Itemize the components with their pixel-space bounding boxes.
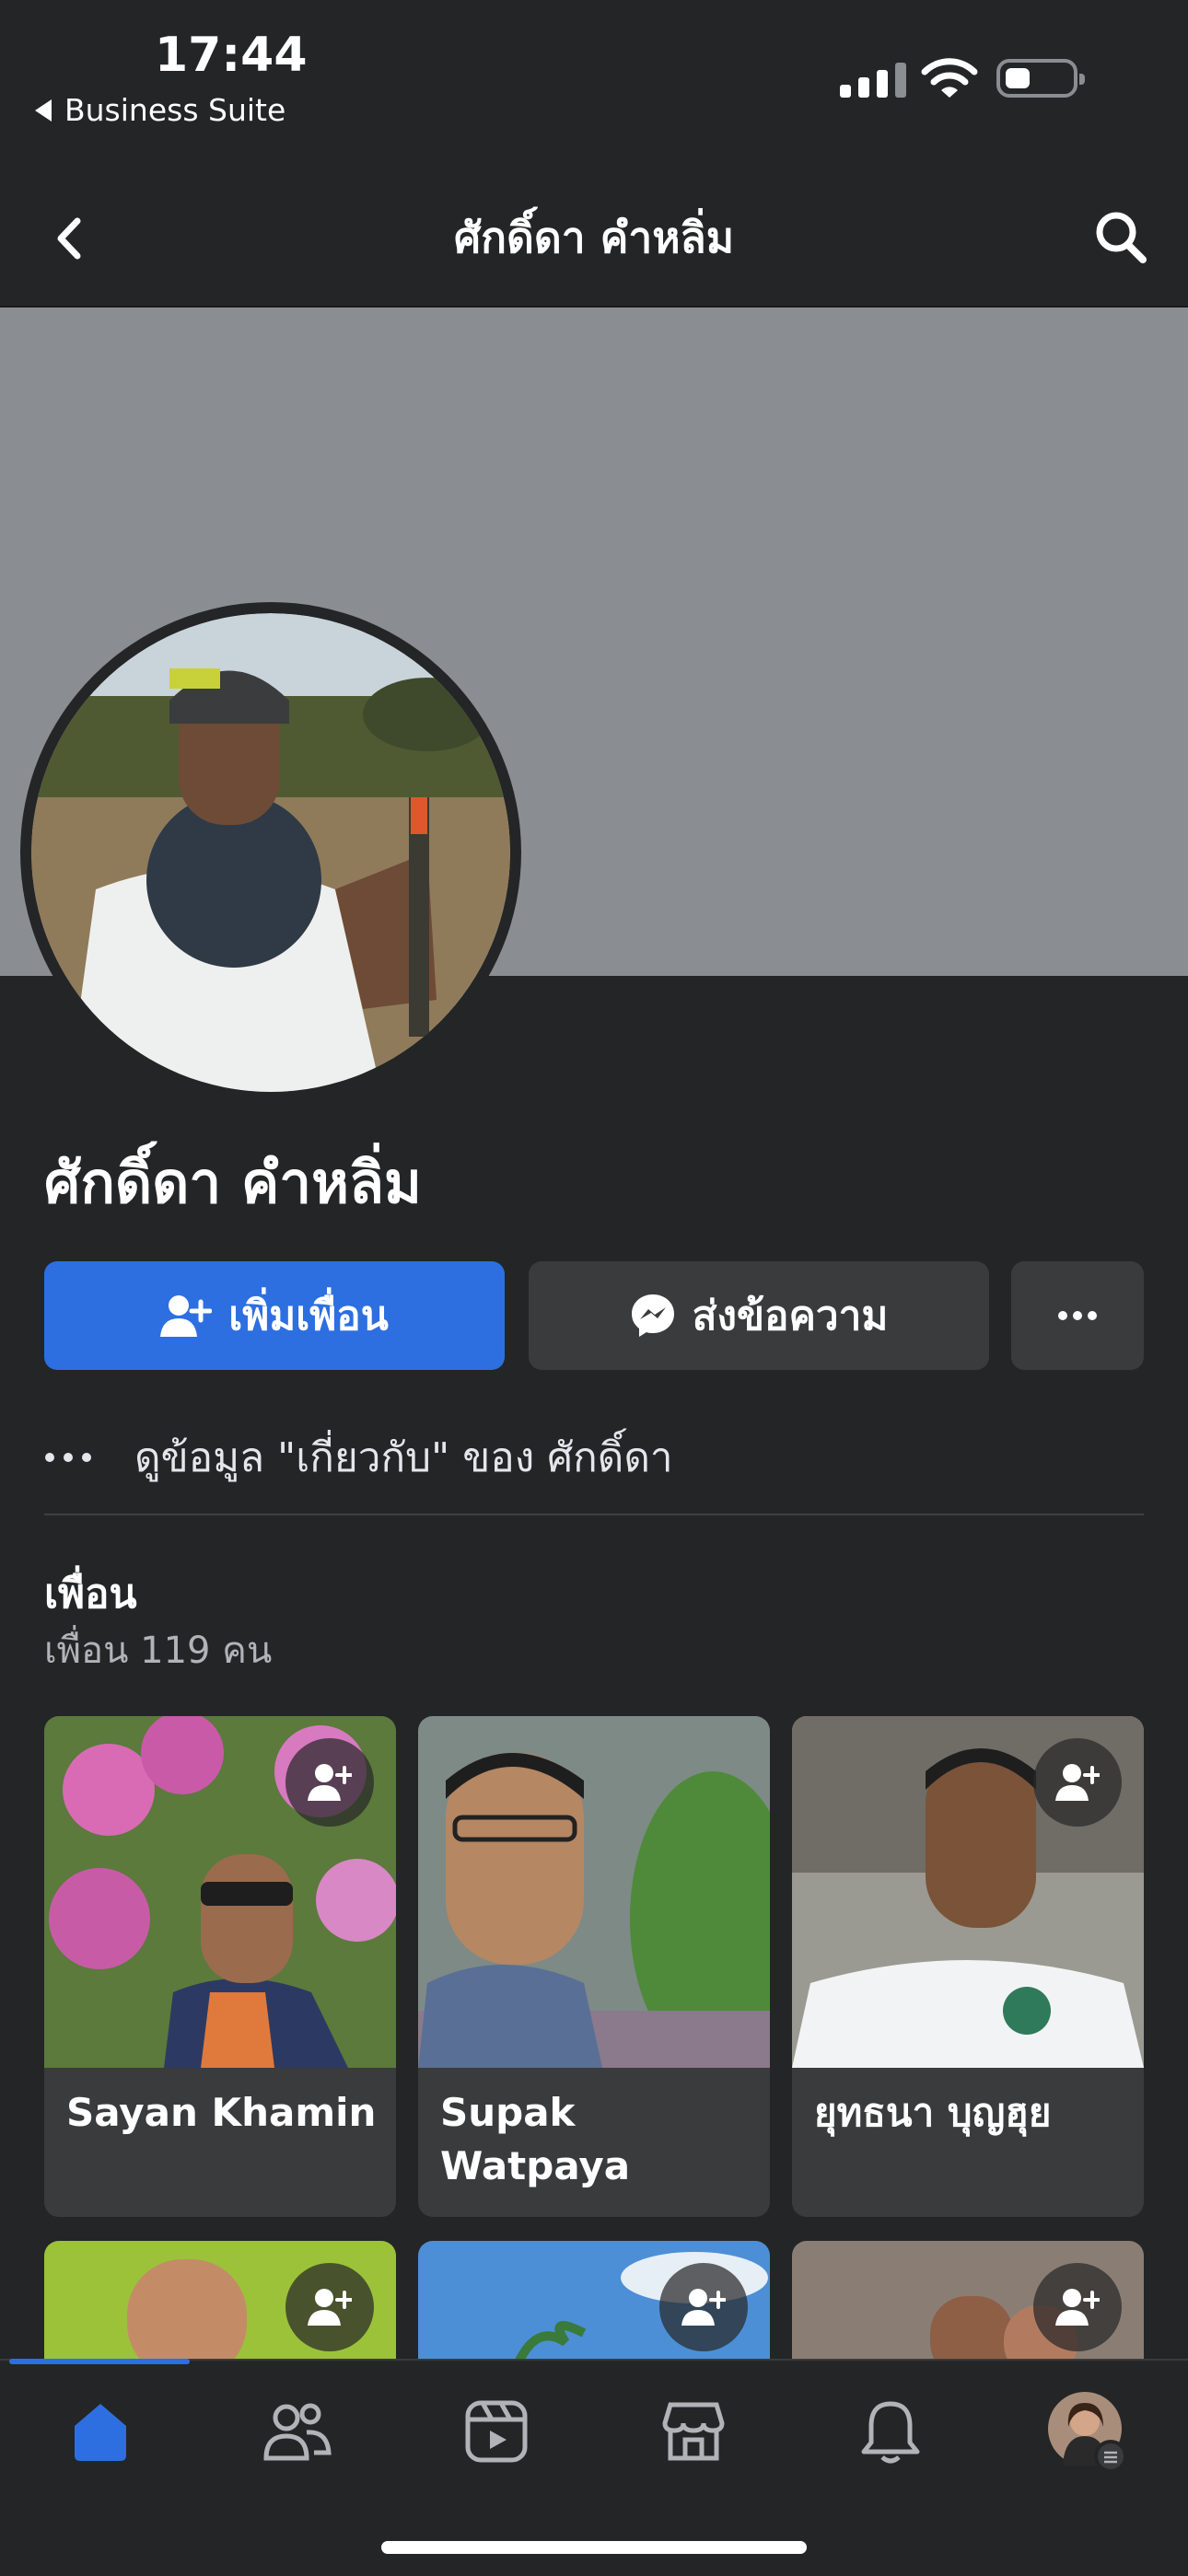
friend-card[interactable] [418, 2241, 770, 2361]
tab-profile-menu[interactable] [1037, 2390, 1138, 2473]
friends-icon [263, 2403, 332, 2461]
friend-card[interactable] [44, 2241, 396, 2361]
friend-card[interactable]: ยุทธนา บุญฮุย [792, 1716, 1144, 2217]
message-button[interactable]: ส่งข้อความ [529, 1261, 989, 1370]
tab-video[interactable] [446, 2390, 547, 2473]
tab-indicator [9, 2359, 190, 2364]
ellipsis-icon [1058, 1311, 1097, 1320]
friend-name: ยุทธนา บุญฮุย [814, 2090, 1052, 2135]
friends-count: เพื่อน 119 คน [44, 1630, 273, 1672]
add-person-icon [308, 2289, 352, 2326]
tab-marketplace[interactable] [643, 2390, 744, 2473]
divider [44, 1514, 1144, 1515]
home-indicator [381, 2541, 807, 2554]
tab-notifications[interactable] [840, 2390, 941, 2473]
add-friend-button[interactable]: เพิ่มเพื่อน [44, 1261, 505, 1370]
video-icon [465, 2400, 528, 2463]
search-icon[interactable] [1092, 206, 1149, 267]
add-person-icon [681, 2289, 726, 2326]
tab-friends[interactable] [247, 2390, 348, 2473]
profile-avatar-photo[interactable] [31, 613, 510, 1092]
messenger-icon [631, 1294, 674, 1337]
back-triangle-icon [35, 99, 52, 122]
home-icon [75, 2404, 126, 2461]
tab-home[interactable] [50, 2390, 151, 2473]
add-person-icon [308, 1764, 352, 1801]
add-friend-badge[interactable] [1033, 2263, 1122, 2351]
add-friend-badge[interactable] [659, 2263, 748, 2351]
friend-card[interactable]: Supak Watpaya [418, 1716, 770, 2217]
friend-photo [418, 1716, 770, 2068]
friend-name: Sayan Khamin [66, 2090, 377, 2135]
add-person-icon [160, 1295, 213, 1337]
ellipsis-icon [45, 1453, 91, 1462]
back-app-label: Business Suite [64, 92, 286, 128]
about-label: ดูข้อมูล "เกี่ยวกับ" ของ ศักดิ์ดา [134, 1434, 673, 1481]
add-friend-badge[interactable] [285, 1738, 374, 1827]
friend-card[interactable]: Sayan Khamin [44, 1716, 396, 2217]
profile-name: ศักดิ์ดา คำหลิ่ม [44, 1149, 422, 1216]
battery-icon [996, 59, 1085, 98]
marketplace-icon [662, 2402, 725, 2461]
wifi-icon [921, 58, 978, 98]
friend-card[interactable] [792, 2241, 1144, 2361]
friends-section-title[interactable]: เพื่อน [44, 1561, 137, 1626]
add-friend-badge[interactable] [1033, 1738, 1122, 1827]
add-person-icon [1055, 2289, 1100, 2326]
add-friend-badge[interactable] [285, 2263, 374, 2351]
status-time: 17:44 [155, 28, 308, 83]
profile-avatar [1048, 2392, 1127, 2473]
friend-name: Supak Watpaya [440, 2090, 631, 2188]
more-options-button[interactable] [1011, 1261, 1144, 1370]
add-person-icon [1055, 1764, 1100, 1801]
bell-icon [861, 2401, 920, 2464]
back-to-app-link[interactable]: Business Suite [35, 92, 285, 128]
about-link[interactable]: ดูข้อมูล "เกี่ยวกับ" ของ ศักดิ์ดา [44, 1425, 673, 1490]
message-label: ส่งข้อความ [692, 1293, 889, 1340]
add-friend-label: เพิ่มเพื่อน [228, 1293, 389, 1340]
page-title: ศักดิ์ดา คำหลิ่ม [453, 213, 735, 262]
signal-icon [840, 63, 906, 98]
